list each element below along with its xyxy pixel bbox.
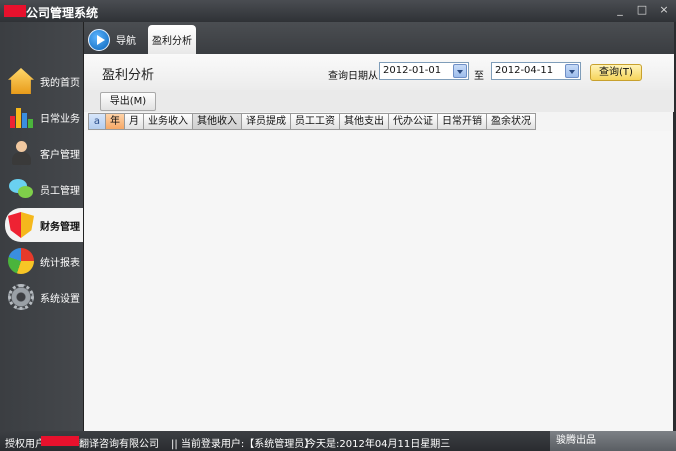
chevron-down-icon[interactable] bbox=[565, 64, 579, 78]
date-from-value: 2012-01-01 bbox=[383, 65, 442, 76]
column-header-other-expenses[interactable]: 其他支出 bbox=[340, 113, 389, 130]
sidebar-item-label: 我的首页 bbox=[40, 77, 80, 89]
sidebar-item-label: 财务管理 bbox=[40, 221, 80, 233]
maximize-button[interactable]: □ bbox=[636, 4, 648, 16]
sidebar-item-finance[interactable]: 财务管理 bbox=[5, 208, 83, 242]
gear-icon bbox=[8, 284, 34, 310]
main-content: 导航 盈利分析 盈利分析 查询日期从: 2012-01-01 至 2012-04… bbox=[83, 22, 674, 431]
sidebar-item-employees[interactable]: 员工管理 bbox=[0, 172, 83, 206]
minimize-button[interactable]: _ bbox=[614, 4, 626, 16]
export-button[interactable]: 导出(M) bbox=[100, 92, 156, 111]
query-date-label: 查询日期从: bbox=[328, 71, 382, 82]
sidebar-item-home[interactable]: 我的首页 bbox=[0, 64, 83, 98]
home-icon bbox=[8, 68, 34, 94]
grid-corner[interactable]: a bbox=[88, 113, 106, 130]
tab-label: 盈利分析 bbox=[152, 36, 192, 47]
column-header-other-income[interactable]: 其他收入 bbox=[193, 113, 242, 130]
tab-strip: 导航 盈利分析 bbox=[84, 22, 674, 54]
date-from-picker[interactable]: 2012-01-01 bbox=[379, 62, 469, 80]
tab-navigation[interactable]: 导航 bbox=[88, 25, 146, 54]
column-header-business-income[interactable]: 业务收入 bbox=[144, 113, 193, 130]
sidebar-item-customers[interactable]: 客户管理 bbox=[0, 136, 83, 170]
auth-user-label: 授权用户 bbox=[5, 439, 45, 450]
date-to-value: 2012-04-11 bbox=[495, 65, 554, 76]
sidebar: 我的首页 日常业务 客户管理 员工管理 财务管理 统计报表 系统设置 bbox=[0, 22, 83, 431]
sidebar-item-daily-business[interactable]: 日常业务 bbox=[0, 100, 83, 134]
column-header-daily-expenses[interactable]: 日常开销 bbox=[438, 113, 487, 130]
query-button[interactable]: 查询(T) bbox=[590, 64, 642, 81]
tab-profit-analysis[interactable]: 盈利分析 bbox=[148, 25, 196, 54]
auth-company: 翻译咨询有限公司 bbox=[79, 439, 159, 450]
sidebar-item-reports[interactable]: 统计报表 bbox=[0, 244, 83, 278]
auth-user-redaction bbox=[41, 436, 79, 446]
title-redaction bbox=[4, 5, 26, 17]
current-user: || 当前登录用户:【系统管理员】 bbox=[171, 439, 315, 450]
shield-icon bbox=[8, 212, 34, 238]
close-button[interactable]: × bbox=[658, 4, 670, 16]
sidebar-item-label: 系统设置 bbox=[40, 293, 80, 305]
chevron-down-icon[interactable] bbox=[453, 64, 467, 78]
pie-chart-icon bbox=[8, 248, 34, 274]
bar-chart-icon bbox=[8, 104, 34, 130]
chat-users-icon bbox=[8, 176, 34, 202]
column-header-month[interactable]: 月 bbox=[125, 113, 144, 130]
grid-body[interactable] bbox=[84, 131, 672, 431]
grid-header: a 年 月 业务收入 其他收入 译员提成 员工工资 其他支出 代办公证 日常开销… bbox=[88, 113, 536, 130]
page-header: 盈利分析 查询日期从: 2012-01-01 至 2012-04-11 查询(T… bbox=[84, 54, 674, 90]
status-bar: 授权用户 翻译咨询有限公司 || 当前登录用户:【系统管理员】 今天是:2012… bbox=[0, 431, 676, 451]
column-header-year[interactable]: 年 bbox=[106, 113, 125, 130]
window-controls: _ □ × bbox=[614, 4, 670, 16]
sidebar-item-settings[interactable]: 系统设置 bbox=[0, 280, 83, 314]
title-bar: 公司管理系统 _ □ × bbox=[0, 0, 676, 22]
play-icon bbox=[88, 28, 110, 51]
today-date: 今天是:2012年04月11日星期三 bbox=[306, 439, 451, 450]
page-title: 盈利分析 bbox=[102, 68, 155, 83]
date-to-picker[interactable]: 2012-04-11 bbox=[491, 62, 581, 80]
column-header-surplus-status[interactable]: 盈余状况 bbox=[487, 113, 536, 130]
column-header-translator-commission[interactable]: 译员提成 bbox=[242, 113, 291, 130]
column-header-employee-salary[interactable]: 员工工资 bbox=[291, 113, 340, 130]
to-label: 至 bbox=[474, 71, 484, 82]
credit-badge: 骏腾出品 QQ:1219008229 bbox=[550, 431, 676, 451]
sidebar-item-label: 日常业务 bbox=[40, 113, 80, 125]
column-header-notary-agency[interactable]: 代办公证 bbox=[389, 113, 438, 130]
sidebar-item-label: 员工管理 bbox=[40, 185, 80, 197]
export-toolbar: 导出(M) bbox=[84, 90, 674, 112]
window-title: 公司管理系统 bbox=[26, 6, 99, 20]
sidebar-item-label: 客户管理 bbox=[40, 149, 80, 161]
tab-label: 导航 bbox=[116, 36, 136, 47]
sidebar-item-label: 统计报表 bbox=[40, 257, 80, 269]
user-icon bbox=[8, 140, 34, 166]
